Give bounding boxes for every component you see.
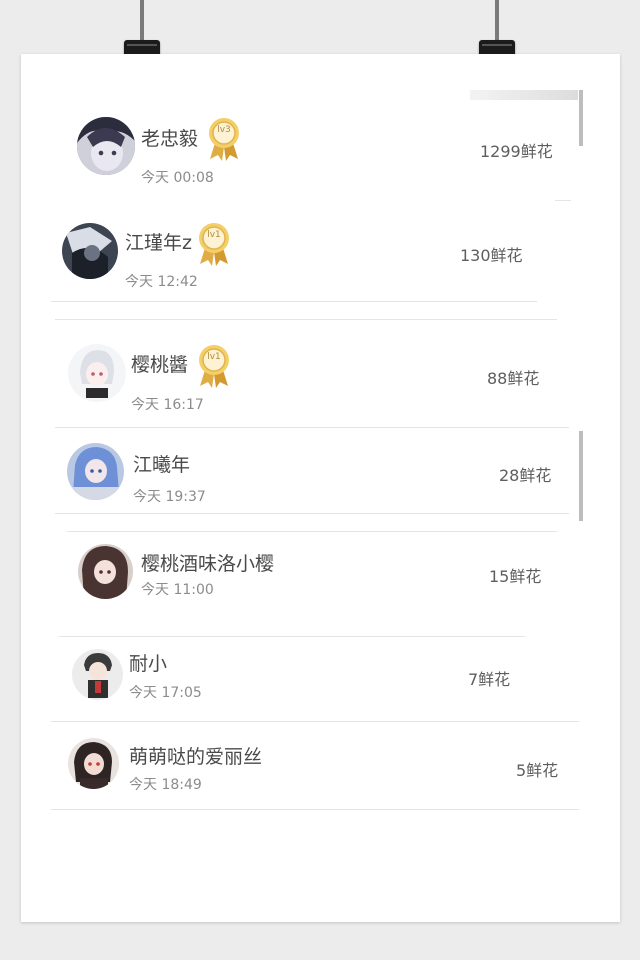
flower-count: 88鲜花 [487, 369, 540, 388]
flower-count: 1299鲜花 [480, 142, 553, 161]
list-item[interactable]: 樱桃醬 lv1 今天 16:17 88鲜花 [21, 320, 620, 428]
dark-hair-girl-avatar-icon [68, 738, 119, 789]
flower-count: 7鲜花 [468, 670, 511, 689]
level-badge-text: lv1 [207, 352, 221, 362]
divider [51, 301, 537, 302]
anime-boy-avatar-icon [77, 117, 135, 175]
flower-count: 130鲜花 [460, 246, 523, 265]
time-label: 今天 18:49 [129, 777, 202, 793]
list-item[interactable]: 萌萌哒的爱丽丝 今天 18:49 5鲜花 [21, 722, 620, 810]
list-item[interactable]: 耐小 今天 17:05 7鲜花 [21, 637, 620, 721]
chibi-boy-avatar-icon [72, 649, 123, 700]
time-label: 今天 16:17 [131, 397, 204, 413]
white-hair-girl-avatar-icon [68, 344, 126, 402]
divider [55, 513, 569, 514]
ranking-card: 老忠毅 lv3 今天 00:08 1299鲜花 江瑾年z lv1 今天 12:4… [21, 54, 620, 922]
list-item[interactable]: 江瑾年z lv1 今天 12:42 130鲜花 [21, 204, 620, 304]
user-name[interactable]: 萌萌哒的爱丽丝 [129, 742, 262, 769]
time-label: 今天 12:42 [125, 274, 198, 290]
level-badge-text: lv3 [217, 125, 231, 135]
list-item[interactable]: 江曦年 今天 19:37 28鲜花 [21, 428, 620, 514]
divider [51, 809, 579, 810]
brown-hair-girl-avatar-icon [78, 544, 133, 599]
time-label: 今天 19:37 [133, 489, 206, 505]
user-name[interactable]: 耐小 [129, 649, 167, 676]
user-name[interactable]: 樱桃酒味洛小樱 [141, 549, 274, 576]
list-item[interactable]: 樱桃酒味洛小樱 今天 11:00 15鲜花 [21, 532, 620, 636]
flower-count: 15鲜花 [489, 567, 542, 586]
dark-anime-avatar-icon [62, 223, 118, 279]
level-badge-icon: lv3 [207, 117, 241, 161]
level-badge-icon: lv1 [197, 222, 231, 266]
user-name[interactable]: 老忠毅 [141, 124, 198, 151]
level-badge-icon: lv1 [197, 344, 231, 388]
flower-count: 5鲜花 [516, 761, 559, 780]
level-badge-text: lv1 [207, 230, 221, 240]
user-name[interactable]: 江瑾年z [125, 228, 192, 255]
time-label: 今天 11:00 [141, 582, 214, 598]
user-name[interactable]: 江曦年 [133, 450, 190, 477]
list-item[interactable]: 老忠毅 lv3 今天 00:08 1299鲜花 [21, 54, 620, 204]
user-name[interactable]: 樱桃醬 [131, 350, 188, 377]
blue-hair-girl-avatar-icon [67, 443, 124, 500]
flower-count: 28鲜花 [499, 466, 552, 485]
time-label: 今天 17:05 [129, 685, 202, 701]
time-label: 今天 00:08 [141, 170, 214, 186]
divider [555, 200, 571, 201]
